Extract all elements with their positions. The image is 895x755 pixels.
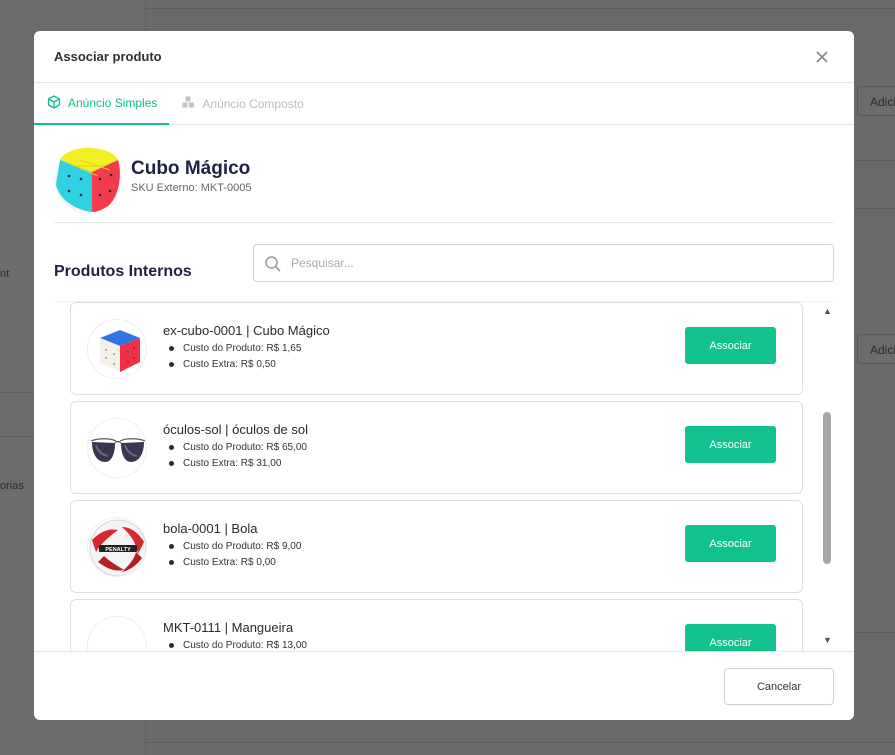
- scroll-up-icon[interactable]: ▲: [823, 306, 832, 316]
- background-add-button: Adici: [857, 334, 895, 364]
- item-cost: Custo do Produto: R$ 9,00: [169, 539, 301, 555]
- item-cost: Custo do Produto: R$ 65,00: [169, 440, 307, 456]
- list-item: PENALTY bola-0001 | Bola Custo do Produt…: [70, 500, 803, 593]
- sidebar-partial-label: nt: [0, 268, 10, 280]
- modal-footer: Cancelar: [34, 651, 854, 720]
- tab-label: Anúncio Simples: [68, 96, 158, 110]
- list-item: óculos-sol | óculos de sol Custo do Prod…: [70, 401, 803, 494]
- associate-button[interactable]: Associar: [685, 327, 776, 364]
- boxes-icon: [182, 96, 195, 111]
- item-extra-cost: Custo Extra: R$ 0,00: [169, 555, 301, 571]
- scrollbar-thumb[interactable]: [823, 412, 831, 564]
- product-sku: SKU Externo: MKT-0005: [131, 182, 252, 194]
- item-extra-cost: Custo Extra: R$ 0,50: [169, 357, 301, 373]
- list-item: ex-cubo-0001 | Cubo Mágico Custo do Prod…: [70, 302, 803, 395]
- tab-label: Anúncio Composto: [202, 96, 304, 111]
- background-divider: [146, 742, 895, 743]
- sidebar-partial-label: orias: [0, 480, 24, 492]
- search-icon: [264, 255, 282, 273]
- item-cost: Custo do Produto: R$ 1,65: [169, 341, 301, 357]
- product-header: Cubo Mágico SKU Externo: MKT-0005: [54, 144, 834, 223]
- list-item: MKT-0111 | Mangueira Custo do Produto: R…: [70, 599, 803, 651]
- scroll-down-icon[interactable]: ▼: [823, 635, 832, 645]
- item-extra-cost: Custo Extra: R$ 31,00: [169, 456, 307, 472]
- associate-product-modal: Associar produto Anúncio Simples Anúncio…: [34, 31, 854, 720]
- associate-button[interactable]: Associar: [685, 624, 776, 651]
- tab-composite-ad[interactable]: Anúncio Composto: [169, 83, 315, 124]
- internal-products-list[interactable]: ex-cubo-0001 | Cubo Mágico Custo do Prod…: [54, 301, 834, 651]
- modal-header: Associar produto: [34, 31, 854, 83]
- item-cost: Custo do Produto: R$ 13,00: [169, 638, 307, 651]
- search-input[interactable]: [291, 245, 821, 281]
- item-details: Custo do Produto: R$ 9,00 Custo Extra: R…: [169, 539, 301, 571]
- hose-image: [87, 616, 147, 651]
- product-name: Cubo Mágico: [131, 158, 251, 179]
- background-divider: [146, 8, 895, 9]
- item-title: bola-0001 | Bola: [163, 521, 258, 536]
- modal-title: Associar produto: [54, 49, 162, 64]
- background-add-button: Adici: [857, 86, 895, 116]
- sunglasses-image: [87, 418, 147, 478]
- svg-text:PENALTY: PENALTY: [105, 547, 131, 553]
- internal-products-title: Produtos Internos: [54, 263, 192, 280]
- item-details: Custo do Produto: R$ 13,00: [169, 638, 307, 651]
- close-icon[interactable]: [812, 47, 832, 67]
- tab-simple-ad[interactable]: Anúncio Simples: [34, 83, 170, 125]
- search-box: [253, 244, 834, 282]
- cube-image: [54, 146, 122, 214]
- ball-image: PENALTY: [87, 517, 147, 577]
- item-details: Custo do Produto: R$ 1,65 Custo Extra: R…: [169, 341, 301, 373]
- item-title: ex-cubo-0001 | Cubo Mágico: [163, 323, 330, 338]
- cube-image: [87, 319, 147, 379]
- item-details: Custo do Produto: R$ 65,00 Custo Extra: …: [169, 440, 307, 472]
- list-scrollbar[interactable]: ▲ ▼: [821, 302, 834, 651]
- cancel-button[interactable]: Cancelar: [724, 668, 834, 705]
- item-title: óculos-sol | óculos de sol: [163, 422, 309, 437]
- associate-button[interactable]: Associar: [685, 426, 776, 463]
- tabs: Anúncio Simples Anúncio Composto: [34, 83, 854, 125]
- item-title: MKT-0111 | Mangueira: [163, 620, 294, 635]
- cube-icon: [47, 94, 61, 112]
- associate-button[interactable]: Associar: [685, 525, 776, 562]
